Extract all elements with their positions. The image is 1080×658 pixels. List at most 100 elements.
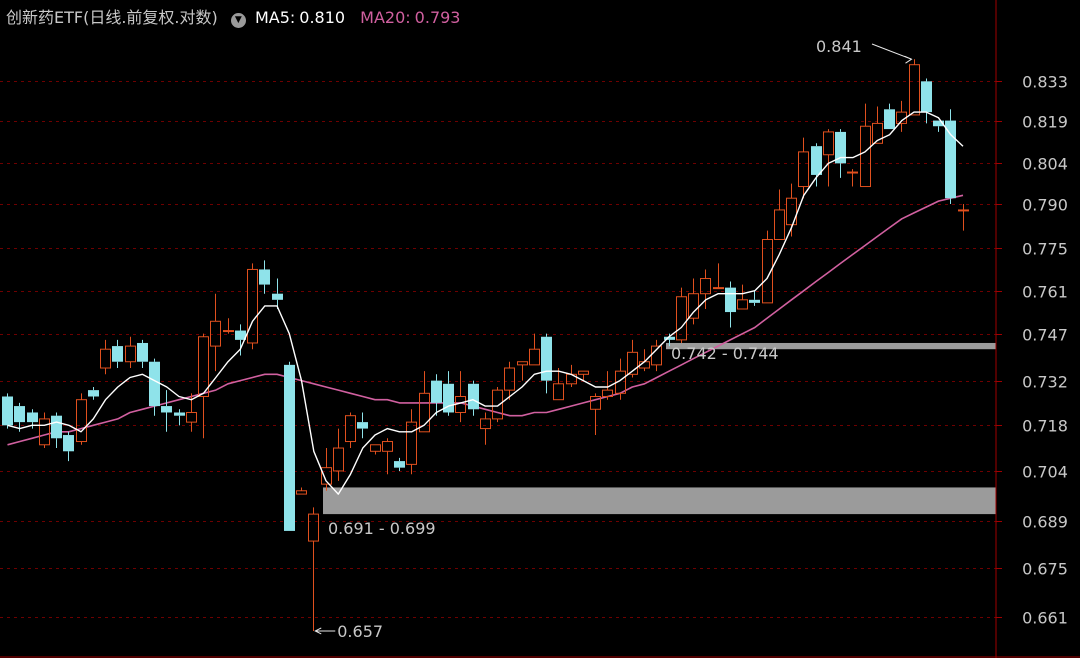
candle-body-up — [100, 348, 111, 369]
candle — [223, 318, 234, 334]
candle — [847, 169, 858, 187]
candle-body-down — [811, 146, 822, 175]
candle — [272, 278, 283, 309]
candle-body-up — [774, 209, 785, 241]
candle — [198, 333, 209, 439]
candle — [382, 438, 393, 475]
candle — [860, 103, 871, 188]
candle-body-up — [529, 348, 540, 366]
support-zone — [323, 487, 996, 515]
candle-body-down — [725, 287, 736, 313]
candle — [125, 336, 136, 369]
candle-body-up — [688, 293, 699, 319]
price-grid — [0, 81, 996, 618]
candle — [480, 412, 491, 445]
candle — [713, 263, 724, 290]
candle-body-up — [823, 131, 834, 156]
candle-body-up — [860, 125, 871, 188]
candle-body-up — [480, 418, 491, 430]
low-label: 0.657 — [337, 622, 383, 641]
candle — [811, 143, 822, 187]
candle — [443, 371, 454, 416]
candle — [553, 368, 564, 401]
candle-body-down — [431, 380, 442, 403]
candle — [639, 349, 650, 372]
candle-body-down — [63, 435, 74, 452]
candle-body-up — [76, 399, 87, 443]
annotations: 0.691 - 0.699 0.742 - 0.744 0.841 0.657 — [314, 37, 913, 641]
candle — [51, 412, 62, 449]
candle — [455, 371, 466, 423]
candle-body-down — [14, 406, 25, 423]
candle — [945, 109, 956, 205]
candle — [100, 339, 111, 375]
candle — [394, 457, 405, 471]
ma20-line — [7, 194, 964, 446]
y-tick-label: 0.675 — [1022, 560, 1068, 579]
candle-body-down — [884, 109, 895, 130]
zone-label: 0.742 - 0.744 — [671, 344, 779, 363]
high-label: 0.841 — [816, 37, 862, 56]
candle — [872, 106, 883, 144]
candle-body-down — [137, 342, 148, 362]
candle — [2, 393, 13, 429]
y-tick-label: 0.790 — [1022, 196, 1068, 215]
price-zones — [323, 342, 996, 515]
candle-body-down — [51, 415, 62, 439]
y-tick-label: 0.718 — [1022, 417, 1068, 436]
candle — [174, 409, 185, 426]
candle — [541, 333, 552, 394]
candle — [468, 380, 479, 416]
candle — [492, 386, 503, 423]
candle-body-up — [713, 287, 724, 290]
candle-body-down — [468, 383, 479, 410]
candle — [921, 78, 932, 124]
candle — [529, 333, 540, 366]
candle-body-up — [676, 296, 687, 341]
candle-body-up — [186, 411, 197, 423]
candle-body-down — [88, 390, 99, 397]
candle-body-down — [174, 412, 185, 416]
y-tick-label: 0.661 — [1022, 609, 1068, 628]
candle-body-up — [553, 383, 564, 401]
candle — [333, 428, 344, 481]
candle — [39, 412, 50, 449]
candle-body-up — [296, 490, 307, 495]
candle-body-down — [945, 120, 956, 199]
candle — [823, 129, 834, 187]
y-tick-label: 0.704 — [1022, 463, 1068, 482]
candle-body-up — [909, 64, 920, 116]
candle-body-up — [406, 421, 417, 465]
candle-body-up — [517, 361, 528, 366]
candle-body-down — [284, 364, 295, 531]
candle-body-up — [798, 151, 809, 188]
zone-label: 0.691 - 0.699 — [328, 519, 436, 538]
candle-body-up — [578, 370, 589, 375]
candle — [798, 137, 809, 199]
candle — [749, 290, 760, 306]
candlestick-chart[interactable]: 0.691 - 0.699 0.742 - 0.744 0.841 0.657 0.8… — [0, 0, 1080, 658]
candle-body-down — [259, 269, 270, 285]
candle-body-up — [247, 268, 258, 344]
candle-body-down — [112, 346, 123, 362]
price-axis: 0.833 0.819 0.804 0.790 0.775 0.761 0.747 0.732… — [0, 0, 1080, 658]
candle-body-down — [357, 422, 368, 429]
candle-body-up — [333, 447, 344, 472]
candle — [345, 412, 356, 449]
candle — [896, 100, 907, 132]
candle — [762, 230, 773, 304]
candle-body-up — [125, 345, 136, 363]
candle — [112, 339, 123, 369]
candle-body-up — [847, 171, 858, 174]
candle-body-down — [27, 412, 38, 423]
y-tick-label: 0.833 — [1022, 73, 1068, 92]
candle — [737, 284, 748, 310]
candle — [884, 103, 895, 130]
candle-body-down — [541, 336, 552, 381]
candle — [406, 409, 417, 475]
candle — [137, 339, 148, 369]
candle-body-up — [39, 418, 50, 446]
candle-body-up — [370, 444, 381, 452]
candle-body-up — [210, 320, 221, 347]
candle-body-up — [504, 367, 515, 391]
